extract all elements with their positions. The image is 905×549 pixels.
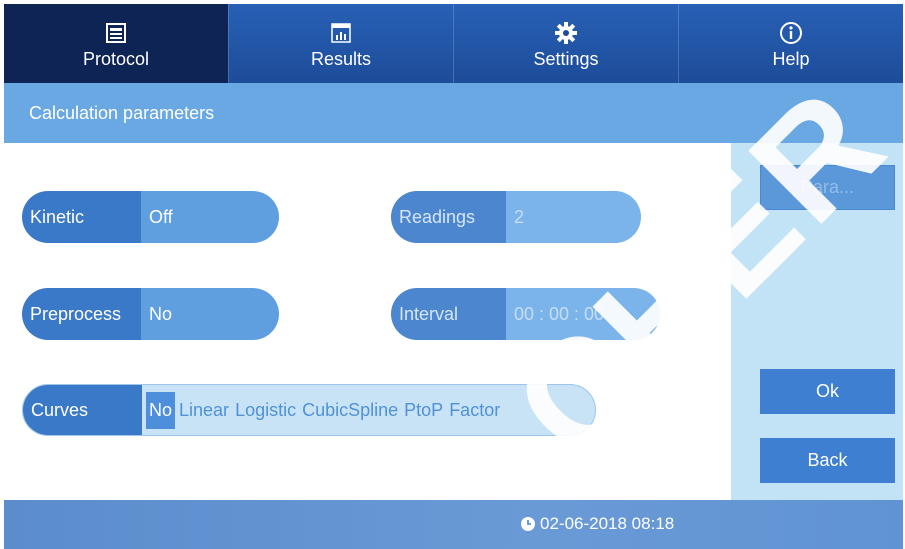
kinetic-field[interactable]: Kinetic Off bbox=[22, 191, 279, 243]
tab-help-label: Help bbox=[772, 48, 810, 69]
preprocess-label: Preprocess bbox=[22, 288, 141, 340]
preprocess-field[interactable]: Preprocess No bbox=[22, 288, 279, 340]
para-button[interactable]: Para... bbox=[760, 165, 895, 210]
curve-option-cubicspline[interactable]: CubicSpline bbox=[302, 400, 398, 421]
curves-options: No Linear Logistic CubicSpline PtoP Fact… bbox=[142, 385, 506, 435]
gear-icon bbox=[552, 19, 580, 47]
tab-settings-label: Settings bbox=[533, 48, 599, 69]
curve-option-linear[interactable]: Linear bbox=[179, 400, 229, 421]
interval-field: Interval 00 : 00 : 00 bbox=[391, 288, 660, 340]
protocol-icon bbox=[102, 19, 130, 47]
readings-value: 2 bbox=[506, 191, 641, 243]
tab-results[interactable]: Results bbox=[228, 4, 453, 83]
curves-label: Curves bbox=[23, 385, 142, 435]
clock-icon bbox=[520, 516, 536, 532]
interval-label: Interval bbox=[391, 288, 506, 340]
ok-button[interactable]: Ok bbox=[760, 369, 895, 414]
info-icon bbox=[777, 19, 805, 47]
preprocess-value[interactable]: No bbox=[141, 288, 279, 340]
page-title: Calculation parameters bbox=[4, 83, 903, 143]
top-navigation: Protocol Results Settings Help bbox=[4, 4, 903, 83]
tab-results-label: Results bbox=[310, 48, 372, 69]
curve-option-no[interactable]: No bbox=[146, 391, 176, 429]
curves-selector: Curves No Linear Logistic CubicSpline Pt… bbox=[22, 384, 596, 436]
kinetic-value[interactable]: Off bbox=[141, 191, 279, 243]
curve-option-ptop[interactable]: PtoP bbox=[404, 400, 443, 421]
datetime-text: 02-06-2018 08:18 bbox=[540, 514, 675, 533]
tab-protocol[interactable]: Protocol bbox=[4, 4, 228, 83]
datetime-display: 02-06-2018 08:18 bbox=[520, 514, 674, 534]
kinetic-label: Kinetic bbox=[22, 191, 141, 243]
tab-help[interactable]: Help bbox=[678, 4, 903, 83]
interval-value: 00 : 00 : 00 bbox=[506, 288, 660, 340]
curve-option-factor[interactable]: Factor bbox=[449, 400, 500, 421]
tab-protocol-label: Protocol bbox=[82, 48, 150, 69]
status-bar: 02-06-2018 08:18 bbox=[4, 500, 903, 549]
results-chart-icon bbox=[327, 19, 355, 47]
tab-settings[interactable]: Settings bbox=[453, 4, 678, 83]
back-button[interactable]: Back bbox=[760, 438, 895, 483]
readings-label: Readings bbox=[391, 191, 506, 243]
readings-field: Readings 2 bbox=[391, 191, 641, 243]
curve-option-logistic[interactable]: Logistic bbox=[235, 400, 296, 421]
